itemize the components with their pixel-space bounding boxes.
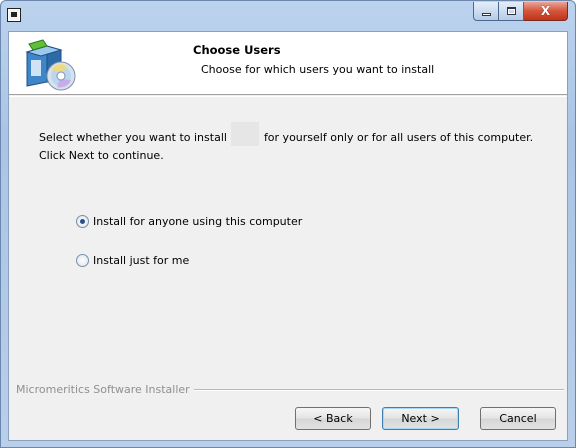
back-button[interactable]: < Back bbox=[295, 407, 371, 430]
radio-anyone[interactable] bbox=[76, 215, 89, 228]
minimize-icon bbox=[481, 12, 491, 16]
cancel-button[interactable]: Cancel bbox=[480, 407, 556, 430]
instructions-text: Select whether you want to install for y… bbox=[39, 122, 549, 162]
branding-line: Micromeritics Software Installer bbox=[16, 383, 564, 396]
minimize-button[interactable] bbox=[473, 2, 499, 21]
installer-window-icon[interactable] bbox=[7, 8, 21, 22]
close-icon: X bbox=[540, 4, 551, 18]
wizard-header: Choose Users Choose for which users you … bbox=[9, 32, 567, 95]
option-just-me-label[interactable]: Install just for me bbox=[93, 254, 189, 267]
page-title: Choose Users bbox=[193, 43, 281, 57]
branding-text: Micromeritics Software Installer bbox=[16, 383, 190, 396]
caption-buttons: X bbox=[473, 2, 568, 21]
instructions-before: Select whether you want to install bbox=[39, 131, 227, 144]
dialog-client-area: Choose Users Choose for which users you … bbox=[8, 31, 568, 441]
title-bar[interactable]: X bbox=[1, 1, 575, 31]
instructions-after: for yourself only or for all users of th… bbox=[263, 131, 534, 144]
next-button[interactable]: Next > bbox=[382, 407, 459, 430]
header-divider bbox=[9, 96, 567, 97]
instructions-line-2: Click Next to continue. bbox=[39, 149, 164, 162]
installer-package-icon bbox=[25, 39, 76, 91]
instructions-line-1: Select whether you want to install for y… bbox=[39, 122, 549, 149]
option-anyone-label[interactable]: Install for anyone using this computer bbox=[93, 215, 302, 228]
option-anyone[interactable]: Install for anyone using this computer bbox=[76, 215, 302, 228]
maximize-icon bbox=[506, 7, 516, 15]
option-just-me[interactable]: Install just for me bbox=[76, 254, 189, 267]
close-button[interactable]: X bbox=[524, 2, 568, 21]
product-name-placeholder bbox=[231, 122, 260, 146]
radio-just-me[interactable] bbox=[76, 254, 89, 267]
branding-divider bbox=[193, 388, 564, 391]
page-subtitle: Choose for which users you want to insta… bbox=[201, 63, 435, 76]
installer-window: X Choose Users Choose for which users yo… bbox=[0, 0, 576, 448]
maximize-button[interactable] bbox=[499, 2, 524, 21]
